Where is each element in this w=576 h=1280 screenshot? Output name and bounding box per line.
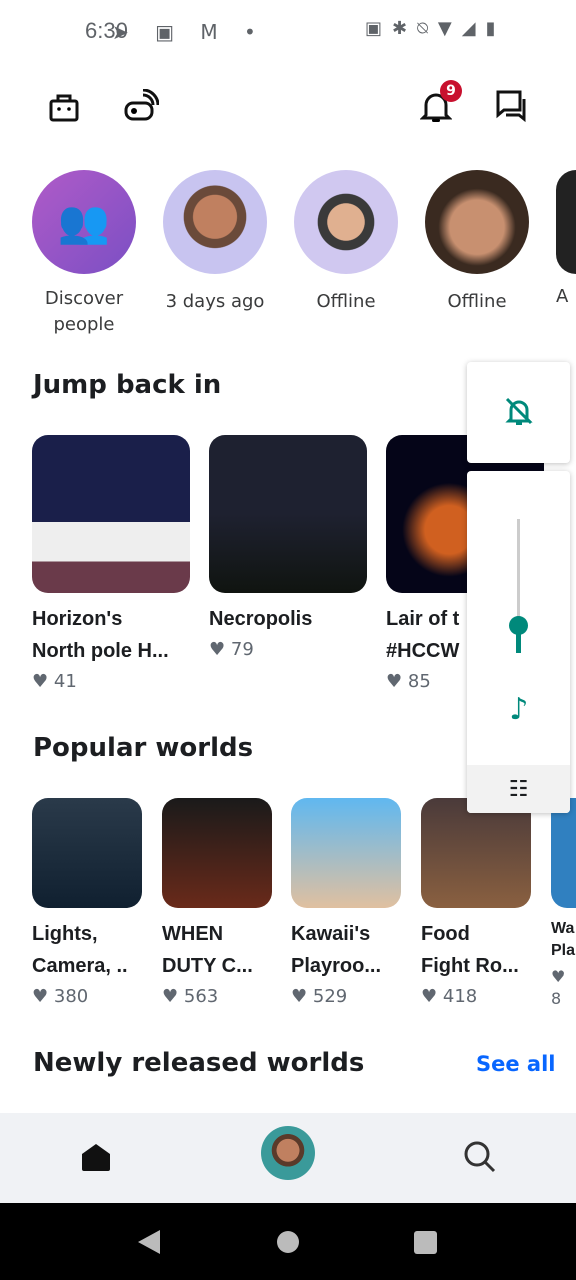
recents-button[interactable] (414, 1231, 437, 1254)
home-tab[interactable] (78, 1141, 114, 1173)
like-count: 418 (442, 986, 478, 1007)
like-count: 41 (53, 671, 77, 692)
avatar (425, 170, 529, 274)
avatar (163, 170, 267, 274)
heart-icon: ♥ (386, 671, 403, 692)
world-title: Camera, .. (32, 955, 128, 977)
like-count: 85 (407, 671, 431, 692)
world-thumbnail (162, 798, 272, 908)
likes: ♥ 8 (551, 966, 576, 1010)
like-count: 8 (551, 989, 562, 1008)
volume-slider-thumb[interactable] (509, 616, 528, 636)
search-tab[interactable] (462, 1139, 498, 1175)
friend-status: A (556, 286, 569, 307)
world-title: Kawaii's (291, 923, 371, 945)
messages-icon[interactable] (494, 88, 530, 124)
world-thumbnail (551, 798, 576, 908)
friend-avatar-2[interactable]: Offline (294, 170, 398, 312)
volume-panel: ♪ ☷ (467, 471, 570, 813)
likes: ♥ 41 (32, 671, 190, 692)
world-title: WHEN (162, 923, 224, 945)
world-card[interactable]: Lights, Camera, .. ♥ 380 (32, 798, 142, 1007)
friend-avatar-3[interactable]: Offline (425, 170, 529, 312)
home-button[interactable] (277, 1231, 299, 1253)
sound-settings-button[interactable]: ☷ (467, 765, 570, 813)
world-thumbnail (32, 435, 190, 593)
world-title: Fight Ro... (421, 955, 519, 977)
shop-bag-icon[interactable] (46, 88, 82, 124)
search-icon (464, 1141, 496, 1173)
avatar (294, 170, 398, 274)
world-thumbnail (421, 798, 531, 908)
avatar (556, 170, 576, 274)
world-title: Wa (551, 920, 575, 937)
people-icon: 👥 (32, 170, 136, 274)
vr-headset-cast-icon[interactable] (122, 88, 160, 124)
world-thumbnail (32, 798, 142, 908)
world-card[interactable]: Necropolis ♥ 79 (209, 435, 367, 660)
likes: ♥ 79 (209, 639, 367, 660)
heart-icon: ♥ (551, 967, 566, 986)
like-count: 529 (312, 986, 348, 1007)
popular-worlds-heading: Popular worlds (33, 733, 254, 763)
friend-avatar-1[interactable]: 3 days ago (163, 170, 267, 312)
likes: ♥ 529 (291, 986, 401, 1007)
world-title: Horizon's (32, 608, 123, 630)
world-title: DUTY C... (162, 955, 253, 977)
like-count: 79 (230, 639, 254, 660)
like-count: 380 (53, 986, 89, 1007)
bell-off-icon (503, 395, 535, 431)
system-nav-bar (0, 1203, 576, 1280)
friend-status: 3 days ago (165, 291, 265, 312)
home-icon (82, 1144, 110, 1171)
music-note-icon: ♪ (509, 691, 529, 727)
likes: ♥ 380 (32, 986, 142, 1007)
like-count: 563 (183, 986, 219, 1007)
jump-back-in-heading: Jump back in (33, 370, 222, 400)
bottom-nav (0, 1113, 576, 1203)
world-card[interactable]: Food Fight Ro... ♥ 418 (421, 798, 531, 1007)
status-bar: 6:30 ➤ ▣ Ⅿ • ▣✱⍉▼◢▮ (0, 0, 576, 62)
heart-icon: ♥ (291, 986, 308, 1007)
notification-badge: 9 (440, 80, 462, 102)
world-title: Pla (551, 942, 576, 959)
ringer-mode-button[interactable] (467, 362, 570, 463)
world-thumbnail (291, 798, 401, 908)
world-title: Food (421, 923, 470, 945)
sliders-icon: ☷ (508, 776, 529, 802)
likes: ♥ 563 (162, 986, 272, 1007)
world-title: Necropolis (209, 608, 313, 630)
heart-icon: ♥ (162, 986, 179, 1007)
world-card[interactable]: WHEN DUTY C... ♥ 563 (162, 798, 272, 1007)
discover-people-button[interactable]: 👥 Discover people (32, 170, 136, 338)
world-title: North pole H... (32, 640, 169, 662)
likes: ♥ 418 (421, 986, 531, 1007)
friend-label: Discover people (44, 288, 124, 335)
world-title: Lights, (32, 923, 98, 945)
friend-status: Offline (316, 291, 376, 312)
system-icons: ▣✱⍉▼◢▮ (365, 18, 506, 39)
world-thumbnail (209, 435, 367, 593)
back-button[interactable] (138, 1230, 160, 1254)
newly-released-heading: Newly released worlds (33, 1048, 365, 1078)
world-card[interactable]: Wa Pla ♥ 8 (551, 798, 576, 1010)
profile-tab-avatar[interactable] (261, 1126, 315, 1180)
heart-icon: ♥ (32, 986, 49, 1007)
notification-icons: ➤ ▣ Ⅿ • (112, 20, 266, 44)
world-card[interactable]: Horizon's North pole H... ♥ 41 (32, 435, 190, 692)
heart-icon: ♥ (209, 639, 226, 660)
world-card[interactable]: Kawaii's Playroo... ♥ 529 (291, 798, 401, 1007)
friend-status: Offline (447, 291, 507, 312)
heart-icon: ♥ (421, 986, 438, 1007)
heart-icon: ♥ (32, 671, 49, 692)
see-all-link[interactable]: See all (476, 1052, 556, 1076)
friend-avatar-4[interactable]: A (556, 170, 576, 307)
world-title: Playroo... (291, 955, 382, 977)
